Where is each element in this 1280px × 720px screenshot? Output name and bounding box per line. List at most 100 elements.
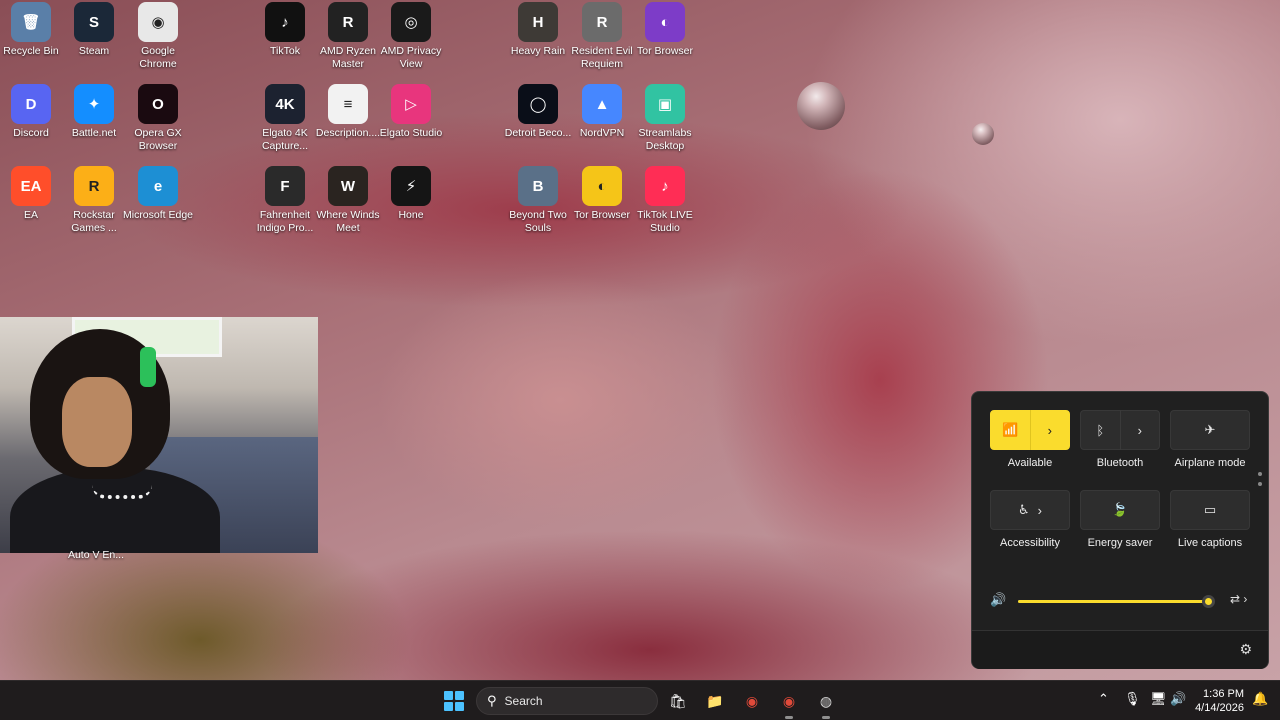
desktop-icon[interactable]: ◯ Detroit Beco... (505, 84, 571, 140)
app-icon: ◎ (391, 2, 431, 42)
show-hidden-icons-chevron-icon[interactable]: ⌃ (1098, 691, 1109, 707)
desktop-icon-label: Description.... (315, 127, 381, 139)
app-icon: 4K (265, 84, 305, 124)
app-icon: ◐ (645, 2, 685, 42)
quick-setting-bluetooth: ᛒ › Bluetooth (1080, 410, 1160, 469)
running-indicator (785, 716, 793, 719)
desktop-icon-label: Rockstar Games ... (71, 209, 117, 234)
volume-slider-fill (1018, 600, 1209, 603)
app-icon: ♪ (265, 2, 305, 42)
desktop-icon[interactable]: ▣ Streamlabs Desktop (634, 84, 696, 153)
energy-saver-toggle-button[interactable]: 🍃 (1080, 490, 1160, 530)
obs-icon: ◍ (819, 692, 833, 709)
clock-time: 1:36 PM (1203, 688, 1244, 700)
desktop-icon-label: AMD Privacy View (380, 45, 442, 70)
desktop-icon[interactable]: ♪ TikTok LIVE Studio (634, 166, 696, 235)
desktop-icon[interactable]: R Rockstar Games ... (63, 166, 125, 235)
desktop-icon-label: Detroit Beco... (504, 127, 572, 139)
desktop-icon-label: Steam (78, 45, 110, 57)
app-icon: R (582, 2, 622, 42)
desktop-icon[interactable]: EA EA (0, 166, 62, 222)
desktop-icon[interactable]: W Where Winds Meet (316, 166, 380, 235)
taskbar-clock[interactable]: 1:36 PM 4/14/2026 (1188, 687, 1244, 715)
speaker-icon[interactable]: 🔊 (990, 592, 1006, 608)
start-button[interactable] (444, 691, 464, 711)
file-explorer-app[interactable]: 📁 (702, 688, 728, 714)
desktop-icon[interactable]: e Microsoft Edge (123, 166, 193, 222)
desktop-icon-label: Fahrenheit Indigo Pro... (256, 209, 314, 234)
network-icon[interactable]: 🖥 (1150, 691, 1167, 707)
app-icon: H (518, 2, 558, 42)
wifi-toggle-button[interactable]: 📶 › (990, 410, 1070, 450)
volume-slider-thumb[interactable] (1202, 595, 1216, 608)
desktop-icon[interactable]: R Resident Evil Requiem (571, 2, 633, 71)
desktop-icon-label: Google Chrome (139, 45, 177, 70)
volume-row: 🔊 ⇄ › (990, 592, 1258, 612)
microphone-icon[interactable]: 🎙 (1124, 691, 1141, 707)
desktop-icon-label: Tor Browser (573, 209, 630, 221)
desktop-icon[interactable]: ◐ Tor Browser (571, 166, 633, 222)
app-icon: ♪ (645, 166, 685, 206)
desktop-icon[interactable]: B Beyond Two Souls (507, 166, 569, 235)
chrome-icon: ◉ (745, 692, 759, 709)
desktop-icon[interactable]: ◎ AMD Privacy View (380, 2, 442, 71)
quick-setting-energy-saver: 🍃 Energy saver (1080, 490, 1160, 549)
desktop-icon[interactable]: F Fahrenheit Indigo Pro... (254, 166, 316, 235)
desktop-icon[interactable]: ▲ NordVPN (571, 84, 633, 140)
app-icon: ✦ (74, 84, 114, 124)
desktop-icon[interactable]: ✦ Battle.net (63, 84, 125, 140)
desktop-icon-label: TikTok (270, 45, 300, 57)
app-icon: ▣ (645, 84, 685, 124)
live-captions-icon: ▭ (1203, 502, 1217, 517)
settings-gear-icon[interactable]: ⚙ (1239, 641, 1252, 658)
desktop-icon[interactable]: ◉ Google Chrome (127, 2, 189, 71)
quick-settings-pager[interactable] (1258, 472, 1264, 492)
water-droplet (797, 82, 845, 130)
desktop-icon[interactable]: O Opera GX Browser (127, 84, 189, 153)
desktop-icon[interactable]: ≡ Description.... (316, 84, 380, 140)
desktop-icon[interactable]: 4K Elgato 4K Capture... (254, 84, 316, 153)
desktop-icon-label: Hone (398, 209, 424, 221)
app-icon: R (74, 166, 114, 206)
volume-slider[interactable] (1018, 595, 1216, 608)
chevron-right-icon[interactable]: › (1121, 423, 1160, 438)
desktop-icon[interactable]: ▷ Elgato Studio (380, 84, 442, 140)
notification-bell-icon[interactable]: 🔔 (1252, 691, 1268, 707)
desktop-icon[interactable]: ⚡ Hone (380, 166, 442, 222)
desktop-icon[interactable]: H Heavy Rain (507, 2, 569, 58)
chevron-right-icon[interactable]: › (1031, 423, 1070, 438)
store-app[interactable]: 🛍 (665, 688, 691, 714)
app-icon: D (11, 84, 51, 124)
quick-setting-label: Accessibility (1000, 537, 1060, 549)
chrome-profile-app[interactable]: ◉ (776, 688, 802, 719)
quick-settings-panel: 📶 › Available ᛒ › Bluetooth ✈ Airplane mode ♿ › Ac… (971, 391, 1269, 669)
live-captions-toggle-button[interactable]: ▭ (1170, 490, 1250, 530)
desktop-icon[interactable]: ♪ TikTok (254, 2, 316, 58)
quick-settings-footer: ⚙ (972, 630, 1268, 669)
desktop-icon-label: Elgato 4K Capture... (261, 127, 309, 152)
chrome-profile-icon: ◉ (782, 692, 796, 709)
accessibility-toggle-button[interactable]: ♿ › (990, 490, 1070, 530)
quick-setting-airplane: ✈ Airplane mode (1170, 410, 1250, 469)
quick-setting-label: Available (1007, 457, 1053, 469)
obs-app[interactable]: ◍ (813, 688, 839, 719)
webcam-overlay (0, 317, 318, 553)
taskbar-search-box[interactable]: ⚲ Search (476, 687, 658, 715)
audio-output-select-icon[interactable]: ⇄ › (1230, 592, 1247, 606)
desktop-icon-label: Resident Evil Requiem (571, 45, 633, 70)
desktop-icon[interactable]: ◐ Tor Browser (634, 2, 696, 58)
volume-icon[interactable]: 🔊 (1170, 691, 1186, 707)
desktop-icon-label-partial[interactable]: Auto V En... (66, 549, 126, 561)
desktop-icon[interactable]: D Discord (0, 84, 62, 140)
quick-setting-label: Airplane mode (1174, 457, 1246, 469)
desktop-icon[interactable]: 🗑 Recycle Bin (0, 2, 62, 58)
bluetooth-icon: ᛒ (1096, 422, 1105, 438)
water-droplet (972, 123, 994, 145)
quick-setting-label: Bluetooth (1096, 457, 1144, 469)
airplane-icon: ✈ (1204, 422, 1216, 437)
desktop-icon[interactable]: R AMD Ryzen Master (317, 2, 379, 71)
chrome-app[interactable]: ◉ (739, 688, 765, 714)
desktop-icon[interactable]: S Steam (63, 2, 125, 58)
bluetooth-toggle-button[interactable]: ᛒ › (1080, 410, 1160, 450)
airplane-toggle-button[interactable]: ✈ (1170, 410, 1250, 450)
